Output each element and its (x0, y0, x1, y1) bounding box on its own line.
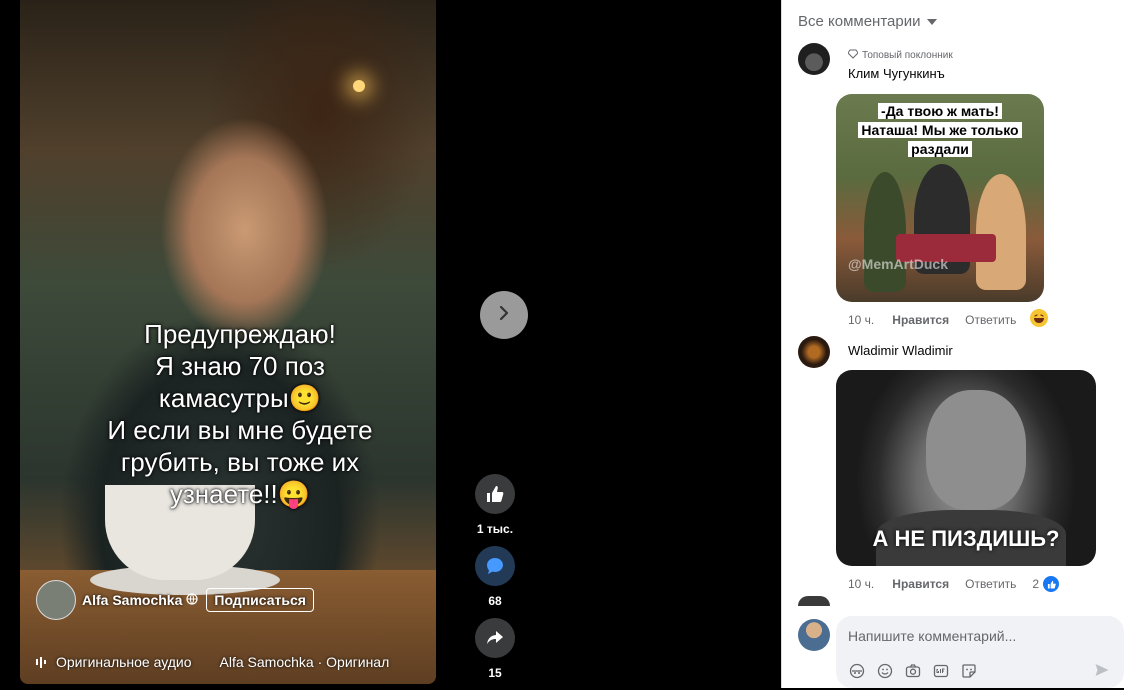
commenter-name[interactable]: Wladimir Wladimir (848, 343, 953, 358)
badge-label: Топовый поклонник (862, 50, 953, 61)
composer-tools (848, 662, 978, 680)
emoji-icon[interactable] (876, 662, 894, 680)
sticker-icon[interactable] (960, 662, 978, 680)
comment-input[interactable]: Напишите комментарий... (836, 616, 1124, 688)
comment-reply-button[interactable]: Ответить (965, 313, 1016, 327)
video-caption-overlay: Предупреждаю! Я знаю 70 поз камасутры🙂 И… (60, 318, 420, 510)
comment-placeholder: Напишите комментарий... (848, 628, 1017, 644)
meme-caption-line: Наташа! Мы же только (858, 122, 1022, 138)
sort-label: Все комментарии (798, 13, 921, 30)
audio-label: Оригинальное аудио (56, 654, 192, 670)
comment-meme-image[interactable]: -Да твою ж мать! Наташа! Мы же только ра… (836, 94, 1044, 302)
caption-line: грубить, вы тоже их (120, 447, 360, 477)
author-avatar[interactable] (36, 580, 76, 620)
reaction-count: 2 (1032, 577, 1040, 591)
meme-face (926, 390, 1026, 510)
caption-line: узнаете!!😛 (169, 479, 311, 509)
commenter-avatar-partial (798, 596, 830, 606)
meme-caption-line: -Да твою ж мать! (878, 103, 1002, 119)
comment-time[interactable]: 10 ч. (848, 577, 874, 591)
meme-figure (976, 174, 1026, 290)
meme-caption: А НЕ ПИЗДИШЬ? (872, 526, 1060, 551)
caption-line: Я знаю 70 поз (155, 351, 325, 381)
send-icon[interactable] (1094, 662, 1110, 683)
share-icon[interactable] (475, 618, 515, 658)
likes-count: 1 тыс. (476, 522, 514, 536)
meme-watermark: @MemArtDuck (848, 256, 949, 272)
like-action[interactable]: 1 тыс. (474, 474, 516, 536)
audio-track[interactable]: Оригинальное аудио Alfa Samochka · Ориги… (36, 654, 432, 670)
caption-line: Предупреждаю! (144, 319, 336, 349)
video-stage: Предупреждаю! Я знаю 70 поз камасутры🙂 И… (0, 0, 781, 688)
camera-icon[interactable] (904, 662, 922, 680)
commenter-avatar[interactable] (798, 43, 830, 75)
thumbs-up-icon[interactable] (475, 474, 515, 514)
audio-wave-icon (36, 656, 48, 668)
caret-down-icon (927, 18, 938, 25)
commenter-name[interactable]: Клим Чугункинъ (848, 66, 945, 81)
reel-author: Alfa Samochka Подписаться (36, 580, 314, 620)
avatar-sticker-icon[interactable] (848, 662, 866, 680)
comment-icon[interactable] (475, 546, 515, 586)
globe-icon (186, 592, 198, 608)
comment-reply-button[interactable]: Ответить (965, 577, 1016, 591)
audio-label-2: Alfa Samochka · Оригинал (219, 654, 390, 670)
comment-meta: 10 ч. Нравится Ответить (848, 313, 1016, 327)
caption-line: И если вы мне будете (107, 415, 373, 445)
caption-line: камасутры🙂 (158, 383, 322, 413)
reel-actions: 1 тыс. 68 15 (474, 474, 516, 690)
commenter-avatar[interactable] (798, 336, 830, 368)
diamond-icon (847, 49, 859, 62)
comment-sort-dropdown[interactable]: Все комментарии (798, 13, 938, 30)
meme-figure (864, 172, 906, 292)
chevron-right-icon (495, 304, 513, 327)
comment-time[interactable]: 10 ч. (848, 313, 874, 327)
current-user-avatar[interactable] (798, 619, 830, 651)
comment-meta: 10 ч. Нравится Ответить 2 (848, 574, 1062, 594)
next-reel-button[interactable] (480, 291, 528, 339)
haha-reaction-icon[interactable] (1030, 309, 1048, 327)
top-fan-badge: Топовый поклонник (847, 49, 953, 62)
comments-count: 68 (488, 594, 502, 608)
reaction-summary[interactable]: 2 (1032, 574, 1062, 594)
like-reaction-icon (1041, 574, 1062, 594)
gif-icon[interactable] (932, 662, 950, 680)
subscribe-button[interactable]: Подписаться (206, 588, 314, 612)
lamp-light (353, 80, 365, 92)
share-action[interactable]: 15 (474, 618, 516, 680)
comment-like-button[interactable]: Нравится (892, 313, 949, 327)
comment-meme-image[interactable]: А НЕ ПИЗДИШЬ? (836, 370, 1096, 566)
comments-panel: Все комментарии Топовый поклонник Клим Ч… (781, 0, 1124, 688)
reel-video[interactable]: Предупреждаю! Я знаю 70 поз камасутры🙂 И… (20, 0, 436, 684)
meme-caption: -Да твою ж мать! Наташа! Мы же только ра… (836, 102, 1044, 159)
shares-count: 15 (488, 666, 502, 680)
author-name[interactable]: Alfa Samochka (82, 592, 182, 608)
meme-caption-line: раздали (908, 141, 972, 157)
comment-action[interactable]: 68 (474, 546, 516, 608)
comment-like-button[interactable]: Нравится (892, 577, 949, 591)
